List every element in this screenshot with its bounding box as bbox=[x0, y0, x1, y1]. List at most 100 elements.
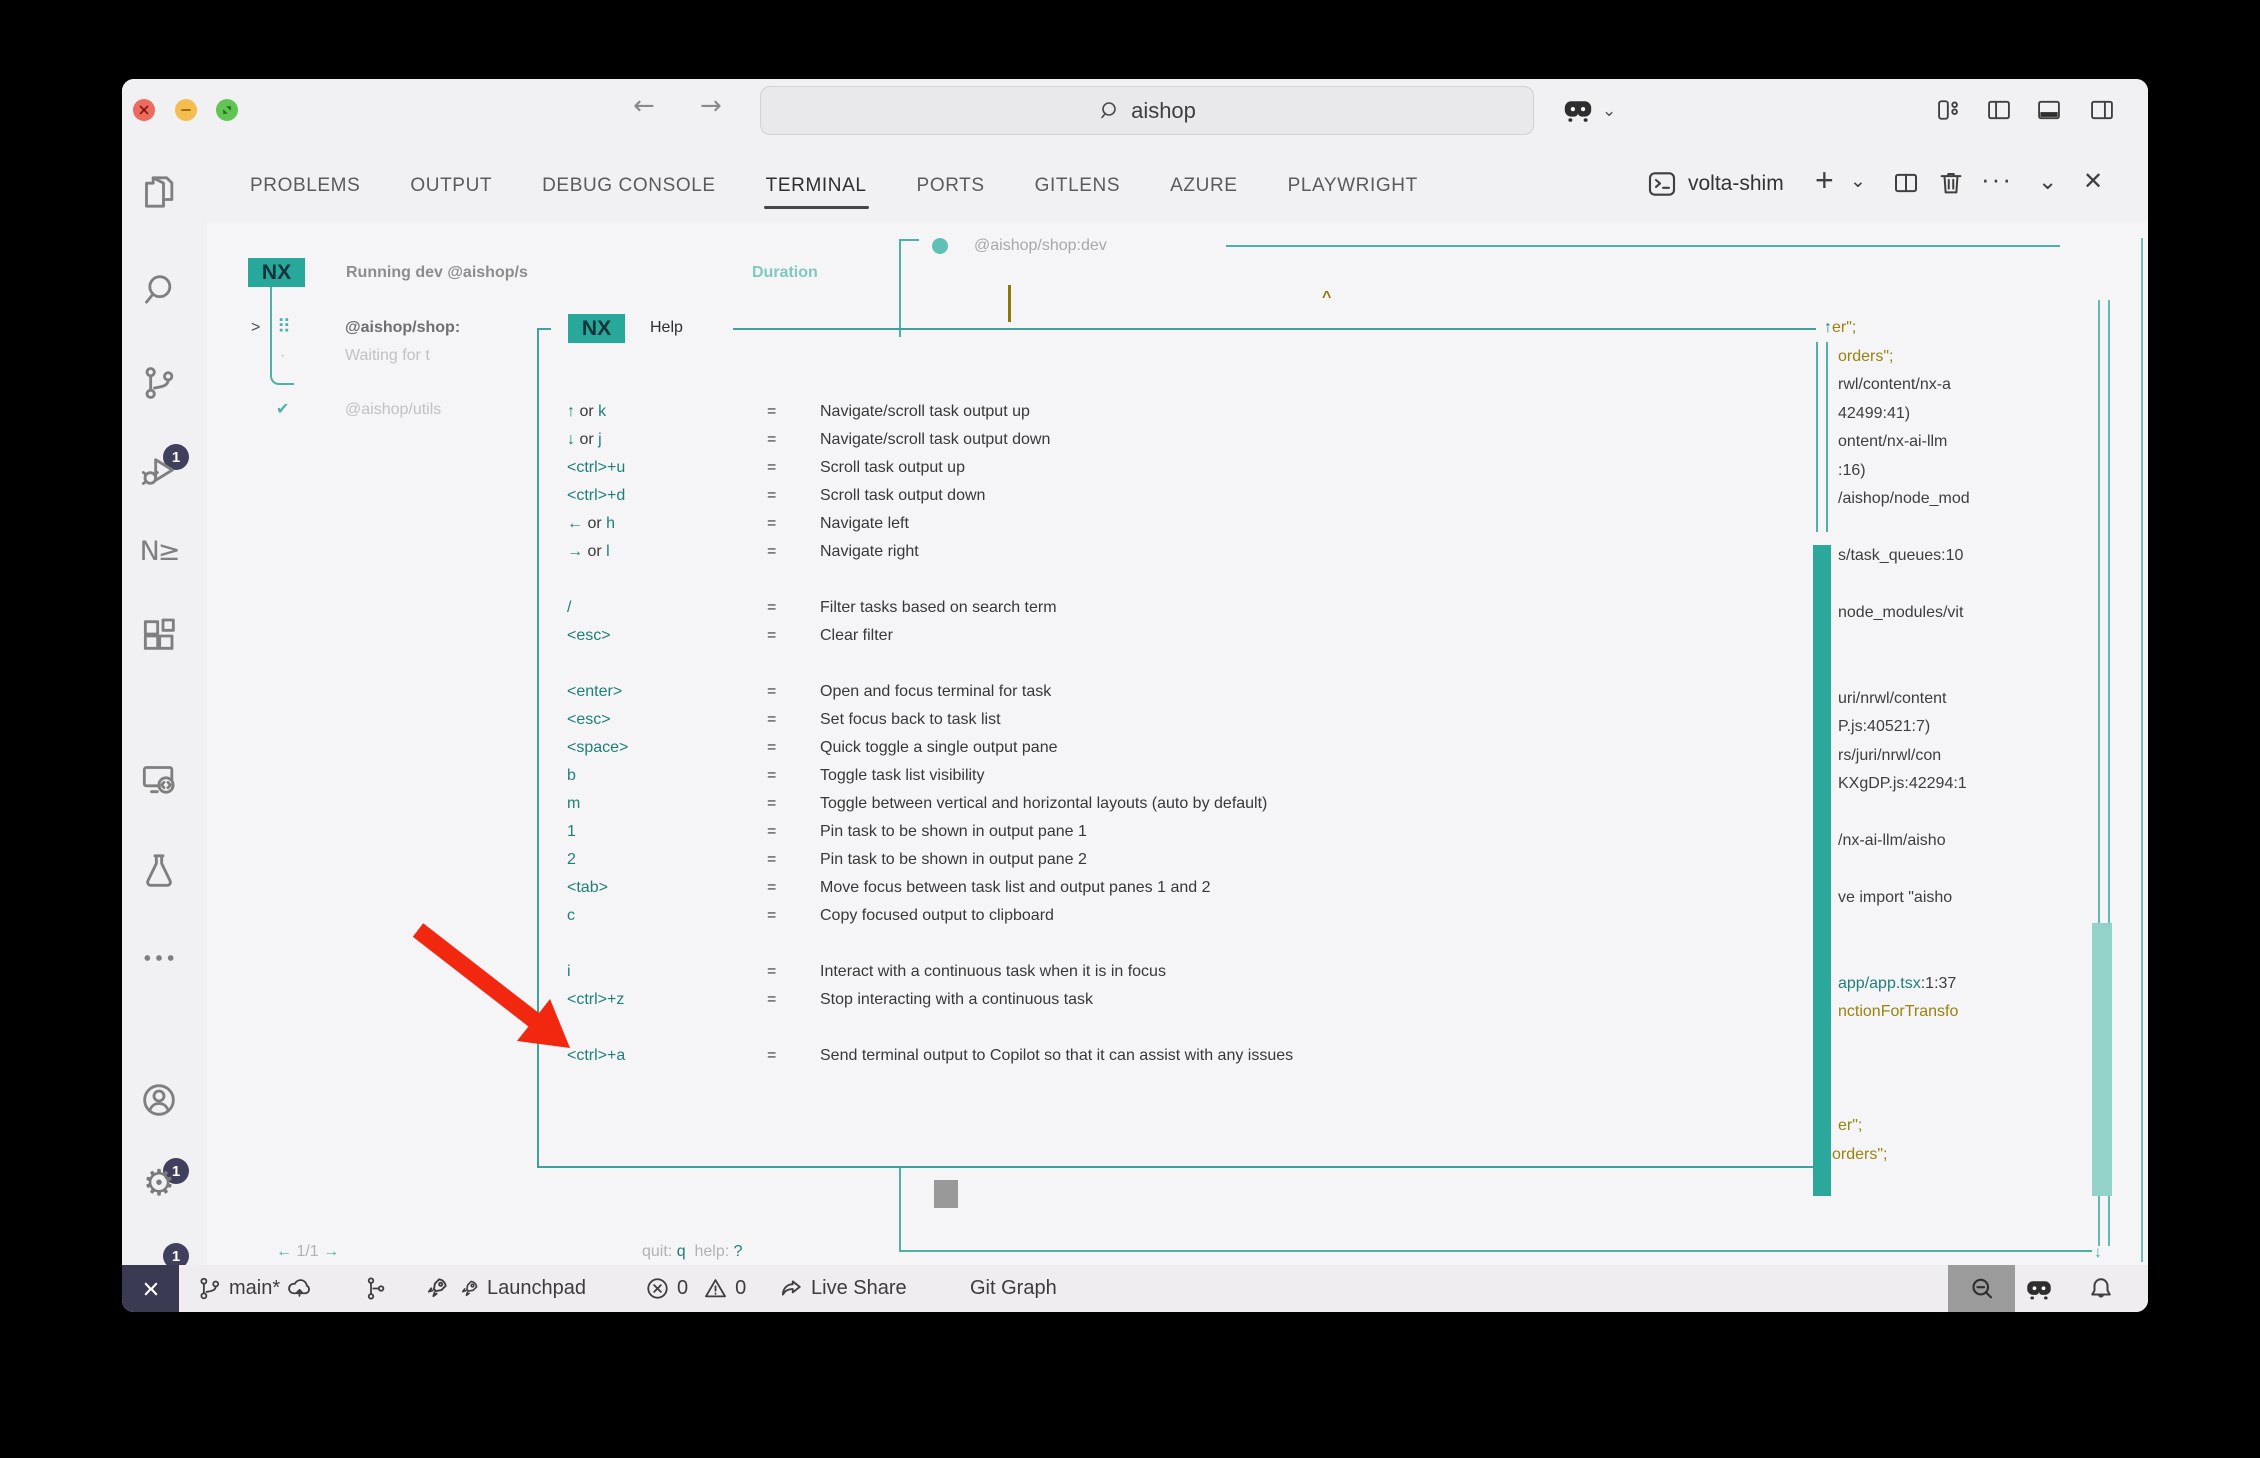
help-rows: ↑ or k=Navigate/scroll task output up↓ o… bbox=[567, 398, 1807, 1070]
rocket-small-icon bbox=[457, 1277, 481, 1301]
remote-indicator-button[interactable] bbox=[122, 1265, 179, 1312]
maximize-panel-chevron-icon[interactable]: ⌄ bbox=[2038, 168, 2057, 195]
activity-bar: 1 N≥ 1 ⚙ 1 bbox=[122, 150, 207, 1265]
kill-terminal-trash-icon[interactable] bbox=[1936, 168, 1966, 203]
tab-problems[interactable]: PROBLEMS bbox=[248, 161, 362, 211]
tab-gitlens[interactable]: GITLENS bbox=[1033, 161, 1123, 211]
sidebar-item-nx-console[interactable]: N≥ bbox=[139, 531, 179, 571]
running-task-name[interactable]: @aishop/shop: bbox=[345, 314, 460, 342]
tab-azure[interactable]: AZURE bbox=[1168, 161, 1239, 211]
sidebar-item-run-debug[interactable] bbox=[139, 450, 179, 490]
settings-gear-icon[interactable]: ⚙ bbox=[139, 1163, 179, 1203]
left-scrollbar-thumb[interactable] bbox=[1813, 545, 1831, 1196]
bell-icon bbox=[2086, 1274, 2116, 1304]
help-row: <ctrl>+u=Scroll task output up bbox=[567, 454, 1807, 482]
nx-badge: NX bbox=[248, 258, 305, 287]
help-panel-top-border-left bbox=[537, 328, 551, 330]
help-panel-top-border-right bbox=[733, 328, 1816, 330]
live-share-item[interactable]: Live Share bbox=[777, 1265, 907, 1312]
launchpad-item[interactable]: Launchpad bbox=[422, 1265, 586, 1312]
sidebar-item-search[interactable] bbox=[139, 270, 179, 310]
tab-terminal[interactable]: TERMINAL bbox=[764, 161, 869, 211]
error-count: 0 bbox=[677, 1277, 688, 1300]
help-row: <ctrl>+d=Scroll task output down bbox=[567, 482, 1807, 510]
split-terminal-icon[interactable] bbox=[1891, 168, 1921, 203]
errors-icon bbox=[644, 1275, 671, 1302]
terminal-right-edge-line bbox=[2141, 238, 2143, 1262]
terminal-instance-name[interactable]: volta-shim bbox=[1688, 172, 1784, 196]
footer-hint: quit: q help: ? bbox=[642, 1238, 743, 1266]
git-graph-label: Git Graph bbox=[970, 1277, 1057, 1300]
navigate-forward-button[interactable]: → bbox=[700, 91, 722, 121]
git-graph-status-icon bbox=[362, 1275, 389, 1302]
panel-more-actions-icon[interactable]: ··· bbox=[1981, 164, 2013, 195]
close-window-button[interactable] bbox=[133, 99, 155, 121]
help-label: help: bbox=[686, 1243, 730, 1260]
pager-left-arrow-icon[interactable]: ← bbox=[276, 1243, 292, 1260]
tab-playwright[interactable]: PLAYWRIGHT bbox=[1286, 161, 1420, 211]
minimize-window-button[interactable] bbox=[175, 99, 197, 121]
status-bar: main* Launchpad 0 0 Live Share bbox=[122, 1265, 2148, 1312]
navigate-back-button[interactable]: ← bbox=[633, 91, 655, 121]
left-scroll-track[interactable] bbox=[1816, 342, 1828, 532]
right-scrollbar-thumb[interactable] bbox=[2092, 923, 2112, 1196]
status-copilot-item[interactable] bbox=[2023, 1265, 2055, 1312]
zoom-window-button[interactable] bbox=[216, 99, 238, 121]
right-scroll-track-top[interactable] bbox=[2098, 300, 2110, 923]
sidebar-item-explorer[interactable] bbox=[139, 172, 179, 212]
help-row: ↓ or j=Navigate/scroll task output down bbox=[567, 426, 1807, 454]
pager-text: 1/1 bbox=[292, 1243, 323, 1260]
tab-output[interactable]: OUTPUT bbox=[408, 161, 494, 211]
toggle-secondary-sidebar-icon[interactable] bbox=[2088, 96, 2116, 129]
close-panel-icon[interactable]: ✕ bbox=[2083, 167, 2103, 196]
sidebar-item-source-control[interactable] bbox=[139, 363, 179, 403]
panel-tabs: PROBLEMS OUTPUT DEBUG CONSOLE TERMINAL P… bbox=[248, 150, 1420, 222]
scroll-down-arrow-icon[interactable]: ↓ bbox=[2094, 1239, 2102, 1267]
live-share-icon bbox=[777, 1275, 805, 1303]
toggle-primary-sidebar-icon[interactable] bbox=[1985, 96, 2013, 129]
problems-item[interactable]: 0 0 bbox=[644, 1265, 746, 1312]
command-center-search[interactable]: aishop bbox=[760, 86, 1534, 135]
help-key: ? bbox=[729, 1243, 742, 1260]
remote-icon bbox=[137, 1275, 165, 1303]
output-pane-title[interactable]: @aishop/shop:dev bbox=[974, 232, 1107, 260]
customize-layout-icon[interactable] bbox=[1935, 96, 1963, 129]
done-task-name[interactable]: @aishop/utils bbox=[345, 396, 441, 424]
terminal-profile-chevron-icon[interactable]: ⌄ bbox=[1850, 170, 1866, 193]
copilot-chevron-down-icon[interactable]: ⌄ bbox=[1602, 101, 1616, 121]
minimize-glyph-icon bbox=[175, 99, 197, 121]
toggle-panel-icon[interactable] bbox=[2035, 96, 2063, 129]
help-panel-title: Help bbox=[650, 314, 683, 342]
task-pager[interactable]: ← 1/1 → bbox=[276, 1238, 339, 1266]
git-branch-item[interactable]: main* bbox=[196, 1265, 313, 1312]
task-runner-title: Running dev @aishop/s bbox=[346, 259, 528, 287]
account-icon[interactable] bbox=[139, 1080, 179, 1120]
pipeline-status-item[interactable] bbox=[362, 1265, 389, 1312]
help-row: /=Filter tasks based on search term bbox=[567, 594, 1807, 622]
caret-glyph: ^ bbox=[1322, 284, 1331, 312]
zoom-out-button[interactable] bbox=[1948, 1265, 2015, 1312]
help-row: <esc>=Set focus back to task list bbox=[567, 706, 1807, 734]
help-row: <ctrl>+a=Send terminal output to Copilot… bbox=[567, 1042, 1807, 1070]
help-row: i=Interact with a continuous task when i… bbox=[567, 958, 1807, 986]
task-success-check-icon: ✔ bbox=[276, 396, 289, 424]
help-row: ← or h=Navigate left bbox=[567, 510, 1807, 538]
sidebar-more-views-icon[interactable] bbox=[139, 938, 179, 978]
branch-name: main* bbox=[229, 1277, 280, 1300]
output-pane-top-corner bbox=[899, 239, 919, 337]
vscode-window: ← → aishop ⌄ bbox=[122, 79, 2148, 1312]
sidebar-item-remote-explorer[interactable] bbox=[139, 760, 179, 800]
new-terminal-button[interactable]: + bbox=[1815, 162, 1834, 199]
sync-cloud-icon bbox=[286, 1275, 313, 1302]
sidebar-item-testing[interactable] bbox=[139, 850, 179, 890]
help-row: ↑ or k=Navigate/scroll task output up bbox=[567, 398, 1807, 426]
git-graph-item[interactable]: Git Graph bbox=[970, 1265, 1057, 1312]
copilot-icon[interactable] bbox=[1560, 92, 1596, 133]
tab-debug-console[interactable]: DEBUG CONSOLE bbox=[540, 161, 718, 211]
notifications-bell-item[interactable] bbox=[2086, 1265, 2116, 1312]
sidebar-item-extensions[interactable] bbox=[139, 616, 179, 656]
close-glyph-icon bbox=[133, 99, 155, 121]
tab-ports[interactable]: PORTS bbox=[915, 161, 987, 211]
pager-right-arrow-icon[interactable]: → bbox=[323, 1243, 339, 1260]
git-branch-icon bbox=[196, 1275, 223, 1302]
